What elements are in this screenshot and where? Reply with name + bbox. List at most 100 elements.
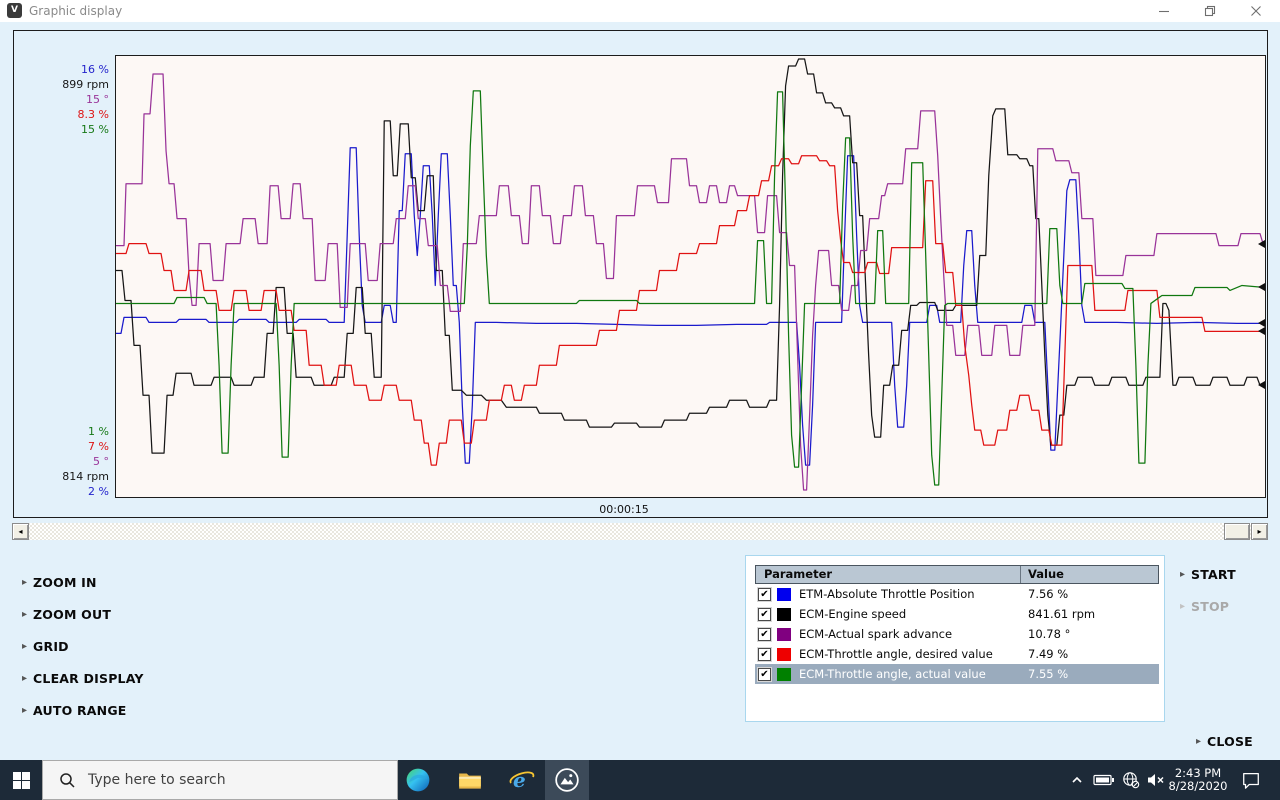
search-icon bbox=[60, 772, 75, 788]
restore-button[interactable] bbox=[1187, 0, 1232, 22]
trace-end-marker bbox=[1258, 381, 1265, 390]
globe-no-internet-icon bbox=[1123, 772, 1140, 789]
table-row[interactable]: ✔ ETM-Absolute Throttle Position 7.56 % bbox=[755, 584, 1159, 604]
restore-icon bbox=[1204, 5, 1215, 17]
chart-horizontal-scrollbar[interactable]: ◂ ▸ bbox=[12, 523, 1268, 540]
start-button[interactable]: ▸ START bbox=[1180, 567, 1236, 582]
arrow-bullet-icon: ▸ bbox=[1180, 569, 1186, 580]
table-row[interactable]: ✔ ECM-Actual spark advance 10.78 ° bbox=[755, 624, 1159, 644]
minimize-button[interactable] bbox=[1141, 0, 1186, 22]
clear-display-button[interactable]: ▸ CLEAR DISPLAY bbox=[22, 671, 144, 686]
arrow-bullet-icon: ▸ bbox=[1196, 736, 1202, 747]
window-titlebar: V Graphic display bbox=[0, 0, 1280, 22]
clock-date: 8/28/2020 bbox=[1168, 779, 1228, 793]
window-title: Graphic display bbox=[29, 4, 123, 18]
taskbar: Type here to search e 2:43 PM 8/28/2020 bbox=[0, 760, 1280, 800]
parameter-value: 841.61 rpm bbox=[1028, 607, 1096, 621]
parameter-name: ETM-Absolute Throttle Position bbox=[799, 587, 975, 601]
row-checkbox[interactable]: ✔ bbox=[758, 607, 771, 621]
clock-time: 2:43 PM bbox=[1174, 765, 1222, 780]
parameter-name: ECM-Actual spark advance bbox=[799, 627, 953, 641]
x-axis-time-label: 00:00:15 bbox=[599, 503, 649, 516]
grid-button[interactable]: ▸ GRID bbox=[22, 639, 69, 654]
notification-bubble-icon bbox=[1243, 773, 1259, 789]
taskbar-graphic-display-app-active[interactable] bbox=[545, 760, 589, 800]
y-axis-max-label-red: 8.3 % bbox=[77, 108, 109, 121]
scroll-right-button[interactable]: ▸ bbox=[1251, 523, 1268, 540]
table-header-row: Parameter Value bbox=[755, 565, 1159, 584]
y-axis-max-label-blue: 16 % bbox=[81, 63, 109, 76]
y-axis-max-label-green: 15 % bbox=[81, 123, 109, 136]
tray-show-hidden-icons[interactable] bbox=[1064, 760, 1090, 800]
table-row[interactable]: ✔ ECM-Throttle angle, desired value 7.49… bbox=[755, 644, 1159, 664]
minimize-icon bbox=[1158, 10, 1169, 13]
app-content: 16 % 899 rpm 15 ° 8.3 % 15 % 1 % 7 % 5 °… bbox=[0, 22, 1280, 760]
desktop: { "window": { "title": "Graphic display"… bbox=[0, 0, 1280, 800]
trace-end-marker bbox=[1258, 283, 1265, 292]
tray-battery-icon[interactable] bbox=[1090, 760, 1118, 800]
y-axis-min-label-black: 814 rpm bbox=[62, 470, 109, 483]
parameter-name: ECM-Throttle angle, actual value bbox=[799, 667, 986, 681]
windows-logo-icon bbox=[12, 771, 30, 789]
internet-explorer-icon: e bbox=[509, 768, 535, 792]
parameter-value: 7.56 % bbox=[1028, 587, 1069, 601]
y-axis-max-label-purple: 15 ° bbox=[86, 93, 109, 106]
taskbar-search-input[interactable]: Type here to search bbox=[42, 760, 398, 800]
parameter-name: ECM-Engine speed bbox=[799, 607, 907, 621]
value-column-header[interactable]: Value bbox=[1020, 566, 1158, 583]
signal-traces bbox=[116, 56, 1265, 497]
series-color-swatch bbox=[777, 607, 791, 621]
scroll-left-button[interactable]: ◂ bbox=[12, 523, 29, 540]
search-placeholder: Type here to search bbox=[88, 772, 226, 788]
arrow-bullet-icon: ▸ bbox=[22, 641, 28, 652]
scrollbar-thumb[interactable] bbox=[1224, 523, 1250, 540]
y-axis-min-label-purple: 5 ° bbox=[93, 455, 109, 468]
parameter-column-header[interactable]: Parameter bbox=[756, 566, 1020, 583]
action-center-button[interactable] bbox=[1234, 760, 1268, 800]
row-checkbox[interactable]: ✔ bbox=[758, 647, 771, 661]
arrow-bullet-icon: ▸ bbox=[22, 705, 28, 716]
app-logo-icon: V bbox=[7, 3, 22, 18]
y-axis-min-label-blue: 2 % bbox=[88, 485, 109, 498]
y-axis-max-label-black: 899 rpm bbox=[62, 78, 109, 91]
auto-range-button[interactable]: ▸ AUTO RANGE bbox=[22, 703, 127, 718]
zoom-out-button[interactable]: ▸ ZOOM OUT bbox=[22, 607, 111, 622]
series-color-swatch bbox=[777, 587, 791, 601]
row-checkbox[interactable]: ✔ bbox=[758, 667, 771, 681]
zoom-in-button[interactable]: ▸ ZOOM IN bbox=[22, 575, 97, 590]
arrow-bullet-icon: ▸ bbox=[1180, 601, 1186, 612]
speaker-muted-icon bbox=[1148, 774, 1164, 786]
series-color-swatch bbox=[777, 627, 791, 641]
parameter-value: 10.78 ° bbox=[1028, 627, 1071, 641]
y-axis-min-label-red: 7 % bbox=[88, 440, 109, 453]
tray-network-icon[interactable] bbox=[1118, 760, 1144, 800]
table-row[interactable]: ✔ ECM-Engine speed 841.61 rpm bbox=[755, 604, 1159, 624]
series-color-swatch bbox=[777, 667, 791, 681]
y-axis-min-label-green: 1 % bbox=[88, 425, 109, 438]
chart-plot-area[interactable] bbox=[115, 55, 1266, 498]
series-color-swatch bbox=[777, 647, 791, 661]
parameter-table-panel: Parameter Value ✔ ETM-Absolute Throttle … bbox=[745, 555, 1165, 722]
trace-end-marker bbox=[1258, 327, 1265, 336]
svg-text:e: e bbox=[513, 768, 526, 792]
start-button-taskbar[interactable] bbox=[0, 760, 42, 800]
taskbar-file-explorer-icon[interactable] bbox=[448, 760, 492, 800]
chevron-up-icon bbox=[1072, 776, 1082, 783]
taskbar-internet-explorer-icon[interactable]: e bbox=[500, 760, 544, 800]
close-button[interactable]: ▸ CLOSE bbox=[1196, 734, 1253, 749]
edge-browser-icon bbox=[406, 768, 430, 792]
taskbar-edge-icon[interactable] bbox=[396, 760, 440, 800]
row-checkbox[interactable]: ✔ bbox=[758, 587, 771, 601]
arrow-bullet-icon: ▸ bbox=[22, 609, 28, 620]
table-row-selected[interactable]: ✔ ECM-Throttle angle, actual value 7.55 … bbox=[755, 664, 1159, 684]
parameter-name: ECM-Throttle angle, desired value bbox=[799, 647, 993, 661]
close-window-button[interactable] bbox=[1233, 0, 1278, 22]
trace-end-marker bbox=[1258, 319, 1265, 328]
parameter-value: 7.55 % bbox=[1028, 667, 1069, 681]
row-checkbox[interactable]: ✔ bbox=[758, 627, 771, 641]
folder-icon bbox=[459, 773, 481, 789]
battery-icon bbox=[1093, 774, 1114, 786]
parameter-table: Parameter Value ✔ ETM-Absolute Throttle … bbox=[755, 565, 1159, 684]
chart-panel: 16 % 899 rpm 15 ° 8.3 % 15 % 1 % 7 % 5 °… bbox=[13, 30, 1268, 518]
taskbar-clock[interactable]: 2:43 PM 8/28/2020 bbox=[1166, 760, 1230, 800]
